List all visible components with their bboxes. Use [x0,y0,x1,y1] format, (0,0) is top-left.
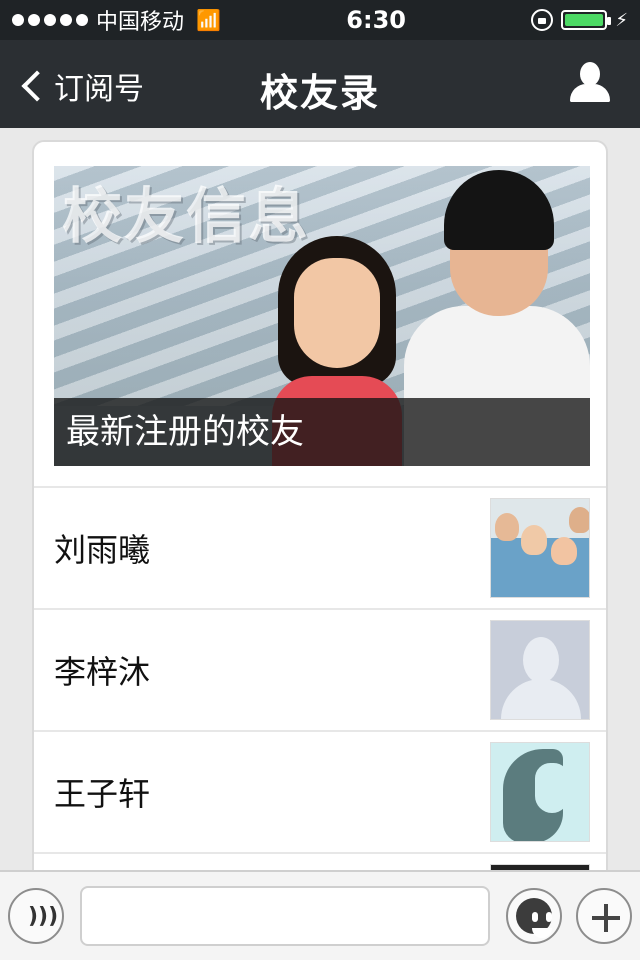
more-button[interactable] [576,888,632,944]
page-title: 校友录 [259,71,380,115]
wifi-icon: 📶 [196,8,221,32]
list-item[interactable]: 刘雨曦 [34,486,606,608]
alumni-name: 刘雨曦 [54,531,151,569]
status-right: ⚡ [531,9,628,31]
default-avatar-thumbnail [490,620,590,720]
signal-strength-icon [12,14,88,26]
alumni-card: 校友信息 最新注册的校友 刘雨曦 李梓沐 王子轩 [32,140,608,900]
nav-bar: 订阅号 校友录 [0,40,640,128]
silhouette-avatar-thumbnail [490,742,590,842]
status-bar: 中国移动 📶 6:30 ⚡ [0,0,640,40]
voice-icon: ))) [28,904,59,929]
status-left: 中国移动 📶 [12,4,221,36]
alumni-name: 王子轩 [54,775,151,813]
emoji-icon [516,898,552,938]
battery-icon [561,10,612,30]
banner-caption: 最新注册的校友 [54,398,590,466]
alumni-name: 李梓沐 [54,653,151,691]
alumni-list: 刘雨曦 李梓沐 王子轩 [34,486,606,898]
banner-image[interactable]: 校友信息 最新注册的校友 [54,166,590,466]
list-item[interactable]: 李梓沐 [34,608,606,730]
orientation-lock-icon [531,9,554,31]
group-photo-thumbnail [490,498,590,598]
voice-button[interactable]: ))) [8,888,64,944]
list-item[interactable]: 王子轩 [34,730,606,852]
input-toolbar: ))) [0,870,640,960]
profile-icon[interactable] [570,62,610,106]
message-input[interactable] [80,886,490,946]
charging-icon: ⚡ [615,9,628,31]
emoji-button[interactable] [506,888,562,944]
clock: 6:30 [346,6,406,34]
carrier-label: 中国移动 [96,10,185,35]
